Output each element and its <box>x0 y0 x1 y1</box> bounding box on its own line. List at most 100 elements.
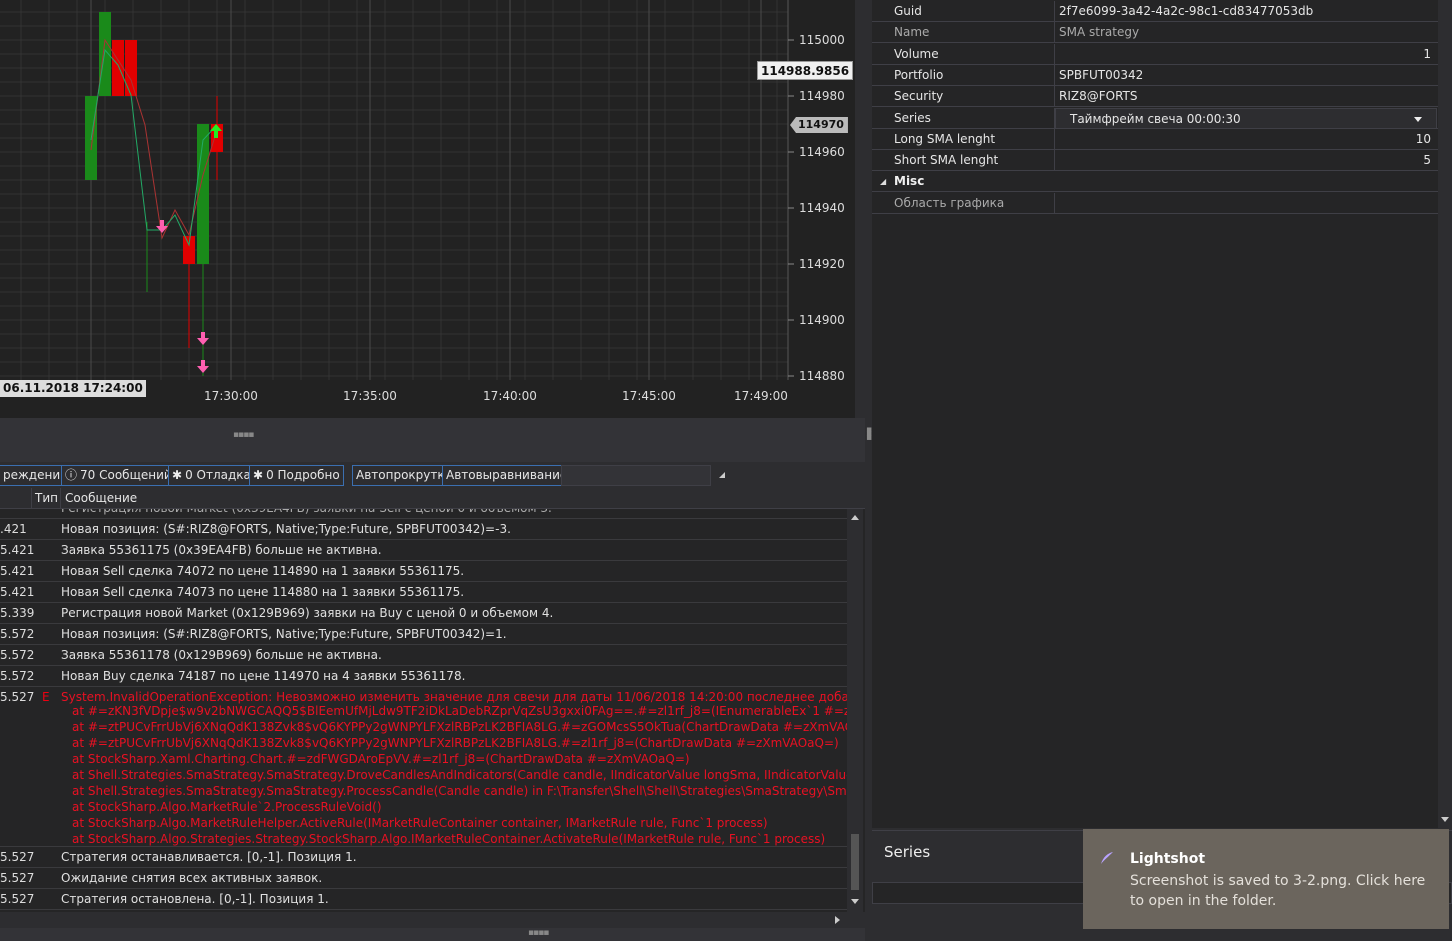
splitter-grip: ▪▪▪▪ <box>233 430 254 440</box>
property-grid-scrollbar[interactable] <box>1438 0 1452 828</box>
log-horizontal-scrollbar[interactable] <box>0 912 847 928</box>
scroll-down-icon[interactable] <box>851 899 859 904</box>
lightshot-toast-notification[interactable]: Lightshot Screenshot is saved to 3-2.png… <box>1083 829 1449 929</box>
messages-filter-button[interactable]: ⓘ 70 Сообщений <box>61 465 176 486</box>
log-row-partial[interactable]: Регистрация новой Market (0x39EA4FB) зая… <box>0 509 847 519</box>
property-row[interactable]: Short SMA lenght 5 <box>872 150 1438 172</box>
log-bottom-splitter[interactable]: ▪▪▪▪ <box>0 928 865 941</box>
crosshair-time-label: 06.11.2018 17:24:00 <box>0 380 146 397</box>
property-value[interactable]: SMA strategy <box>1059 22 1435 43</box>
stack-trace-line: at #=ztPUCvFrrUbVj6XNqQdK138Zvk8$vQ6KYPP… <box>72 720 847 734</box>
property-row[interactable]: Volume 1 <box>872 43 1438 65</box>
log-vertical-scrollbar[interactable] <box>847 509 863 912</box>
property-column-separator <box>1054 1 1055 22</box>
stack-trace-line: at StockSharp.Algo.MarketRule`2.ProcessR… <box>72 800 382 814</box>
log-row[interactable]: 5.527 Стратегия остановлена. [0,-1]. Пози… <box>0 889 847 910</box>
property-row[interactable]: Long SMA lenght 10 <box>872 128 1438 150</box>
column-header-type[interactable]: Тип <box>35 491 58 505</box>
log-row[interactable]: 5.339 Регистрация новой Market (0x129B969… <box>0 603 847 624</box>
log-row[interactable]: 5.527 Ожидание снятия всех активных заяво… <box>0 868 847 889</box>
autoalign-toggle[interactable]: Автовыравнивание <box>442 465 572 486</box>
log-grid[interactable]: Тип Сообщение Регистрация новой Market (… <box>0 488 865 912</box>
series-dropdown[interactable]: Таймфрейм свеча 00:00:30 <box>1055 107 1437 129</box>
stack-trace-line: at #=ztPUCvFrrUbVj6XNqQdK138Zvk8$vQ6KYPP… <box>72 736 839 750</box>
log-row[interactable]: 5.572 Новая позиция: (S#:RIZ8@FORTS, Nati… <box>0 624 847 645</box>
time-axis-label: 17:49:00 <box>734 389 788 403</box>
log-row-error[interactable]: 5.527 E System.InvalidOperationException… <box>0 687 847 847</box>
autoscroll-label: Автопрокрутка <box>356 468 452 482</box>
time-axis-label: 17:30:00 <box>204 389 258 403</box>
column-header-message[interactable]: Сообщение <box>65 491 137 505</box>
property-category-misc[interactable]: ◢ Misc <box>872 171 1438 193</box>
stack-trace-line: at #=zKN3fVDpje$w9v2bNWGCAQQ5$BlEemUfMjL… <box>72 704 847 718</box>
log-row-time: 5.421 <box>0 585 35 599</box>
log-row[interactable]: .421 Новая позиция: (S#:RIZ8@FORTS, Nativ… <box>0 519 847 540</box>
chevron-down-icon[interactable] <box>1414 116 1422 122</box>
verbose-filter-button[interactable]: ✱ 0 Подробно <box>249 465 344 486</box>
scroll-up-icon[interactable] <box>851 515 859 520</box>
column-separator[interactable] <box>31 488 32 509</box>
log-row-time: 5.527 <box>0 871 35 885</box>
error-stack-trace: at #=zKN3fVDpje$w9v2bNWGCAQQ5$BlEemUfMjL… <box>72 703 847 847</box>
candle-body <box>183 236 195 264</box>
log-row-message: Стратегия остановлена. [0,-1]. Позиция 1… <box>61 892 329 906</box>
log-toolbar: реждений ⓘ 70 Сообщений ✱ 0 Отладка ✱ 0 … <box>0 462 865 488</box>
bug-icon: ✱ <box>172 468 183 482</box>
log-row[interactable]: 5.421 Новая Sell сделка 74073 по цене 114… <box>0 582 847 603</box>
chart-canvas[interactable]: 115000 114980 114960 114940 114920 114900 1148… <box>0 0 855 418</box>
log-row[interactable]: 5.421 Заявка 55361175 (0x39EA4FB) больше … <box>0 540 847 561</box>
stack-trace-line: at StockSharp.Algo.MarketRuleHelper.Acti… <box>72 816 768 830</box>
price-axis-label: 114980 <box>799 89 845 103</box>
log-row-message: Новая Sell сделка 74072 по цене 114890 н… <box>61 564 465 578</box>
log-row[interactable]: 5.527 Стратегия останавливается. [0,-1]. … <box>0 847 847 868</box>
property-value[interactable]: RIZ8@FORTS <box>1059 86 1435 107</box>
autoscroll-toggle[interactable]: Автопрокрутка <box>352 465 456 486</box>
property-row[interactable]: Series Таймфрейм свеча 00:00:30 <box>872 107 1438 129</box>
splitter-grip: ▪ ▪ ▪ <box>866 425 872 443</box>
scroll-down-icon[interactable] <box>1441 817 1449 822</box>
log-row-message: Ожидание снятия всех активных заявок. <box>61 871 323 885</box>
app-window: 115000 114980 114960 114940 114920 114900 1148… <box>0 0 1452 941</box>
stack-trace-line: at StockSharp.Algo.Strategies.Strategy.S… <box>72 832 826 846</box>
log-row-type: E <box>42 690 50 704</box>
time-axis-label: 17:45:00 <box>622 389 676 403</box>
property-value[interactable]: 10 <box>1059 129 1435 150</box>
log-row-message: Стратегия останавливается. [0,-1]. Позиц… <box>61 850 357 864</box>
scroll-thumb[interactable] <box>851 834 859 890</box>
price-axis-label: 114960 <box>799 145 845 159</box>
candlestick-chart[interactable]: 115000 114980 114960 114940 114920 114900 1148… <box>0 0 855 418</box>
chart-log-splitter[interactable]: ▪▪▪▪ <box>0 418 865 462</box>
log-row[interactable]: 5.572 Новая Buy сделка 74187 по цене 1149… <box>0 666 847 687</box>
property-column-separator <box>1054 150 1055 172</box>
property-value[interactable]: 1 <box>1059 44 1435 65</box>
property-column-separator <box>1054 128 1055 150</box>
property-value[interactable]: SPBFUT00342 <box>1059 65 1435 86</box>
log-search-input[interactable] <box>561 465 711 486</box>
log-row-message: Новая позиция: (S#:RIZ8@FORTS, Native;Ty… <box>61 627 507 641</box>
candle-body <box>125 40 137 96</box>
property-grid: Guid 2f7e6099-3a42-4a2c-98c1-cd83477053db… <box>872 0 1438 828</box>
property-row[interactable]: Portfolio SPBFUT00342 <box>872 64 1438 86</box>
log-row-message: Новая Sell сделка 74073 по цене 114880 н… <box>61 585 465 599</box>
property-row[interactable]: Security RIZ8@FORTS <box>872 86 1438 108</box>
debug-filter-button[interactable]: ✱ 0 Отладка <box>168 465 255 486</box>
log-row[interactable]: 5.572 Заявка 55361178 (0x129B969) больше … <box>0 645 847 666</box>
property-row[interactable]: Name SMA strategy <box>872 22 1438 44</box>
property-value[interactable]: 5 <box>1059 150 1435 171</box>
collapse-triangle-icon[interactable]: ◢ <box>880 171 886 192</box>
log-row-time: 5.339 <box>0 606 35 620</box>
property-row[interactable]: Область графика <box>872 192 1438 214</box>
scroll-right-icon[interactable] <box>835 916 840 924</box>
property-value[interactable]: 2f7e6099-3a42-4a2c-98c1-cd83477053db <box>1059 1 1435 22</box>
property-row[interactable]: Guid 2f7e6099-3a42-4a2c-98c1-cd83477053db <box>872 1 1438 22</box>
feather-icon <box>1101 852 1113 864</box>
property-name: Series <box>894 110 931 125</box>
column-separator[interactable] <box>60 488 61 509</box>
stack-trace-line: at StockSharp.Xaml.Charting.Chart.#=zdFW… <box>72 752 690 766</box>
log-row-message: Новая Buy сделка 74187 по цене 114970 на… <box>61 669 466 683</box>
main-vertical-splitter[interactable]: ▪ ▪ ▪ <box>865 0 872 941</box>
bug-icon: ✱ <box>253 468 264 482</box>
log-rows: Регистрация новой Market (0x39EA4FB) зая… <box>0 509 847 912</box>
log-row[interactable]: 5.421 Новая Sell сделка 74072 по цене 114… <box>0 561 847 582</box>
verbose-filter-label: 0 Подробно <box>266 468 340 482</box>
